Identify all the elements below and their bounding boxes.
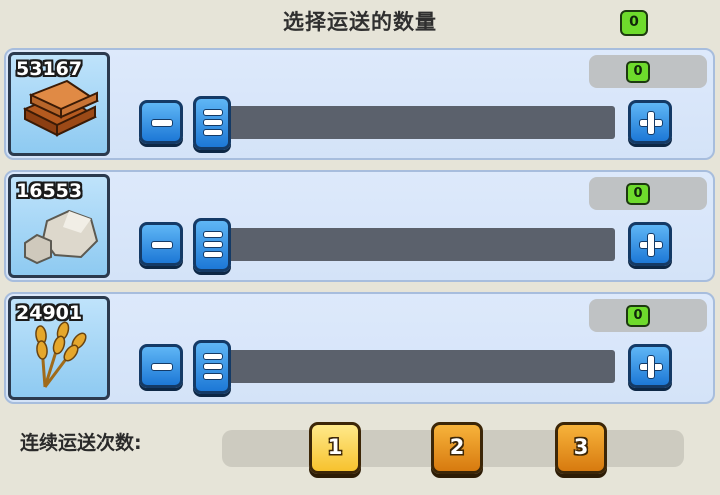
grip-line xyxy=(203,129,223,136)
amount-slider-handle[interactable] xyxy=(193,96,231,150)
run-count-2-button[interactable]: 2 xyxy=(431,422,483,474)
resource-count: 53167 xyxy=(16,58,83,80)
dialog-title: 选择运送的数量 xyxy=(283,10,437,34)
decrease-button[interactable] xyxy=(139,344,183,388)
resource-thumbnail: 24901 xyxy=(8,296,110,400)
amount-slider-handle[interactable] xyxy=(193,218,231,272)
grip-line xyxy=(203,353,223,360)
grip-line xyxy=(203,109,223,116)
resource-row-wood: 53167 0 xyxy=(4,48,715,160)
amount-badge: 0 xyxy=(626,305,650,327)
amount-slider-track[interactable] xyxy=(202,106,615,139)
grip-line xyxy=(203,373,223,380)
increase-button[interactable] xyxy=(628,344,672,388)
amount-field: 0 xyxy=(589,299,707,332)
increase-button[interactable] xyxy=(628,100,672,144)
minus-icon xyxy=(151,119,173,127)
total-amount-badge: 0 xyxy=(620,10,648,36)
grip-line xyxy=(203,119,223,126)
amount-field: 0 xyxy=(589,55,707,88)
grip-line xyxy=(203,251,223,258)
resource-row-wheat: 24901 0 xyxy=(4,292,715,404)
resource-count: 16553 xyxy=(16,180,83,202)
amount-badge: 0 xyxy=(626,183,650,205)
grip-line xyxy=(203,363,223,370)
decrease-button[interactable] xyxy=(139,222,183,266)
delivery-runs-label: 连续运送次数: xyxy=(20,432,142,454)
resource-count: 24901 xyxy=(16,302,83,324)
grip-line xyxy=(203,231,223,238)
resource-thumbnail: 53167 xyxy=(8,52,110,156)
amount-slider-track[interactable] xyxy=(202,350,615,383)
resource-row-stone: 16553 0 xyxy=(4,170,715,282)
decrease-button[interactable] xyxy=(139,100,183,144)
run-count-1-button[interactable]: 1 xyxy=(309,422,361,474)
increase-button[interactable] xyxy=(628,222,672,266)
amount-slider-handle[interactable] xyxy=(193,340,231,394)
resource-thumbnail: 16553 xyxy=(8,174,110,278)
minus-icon xyxy=(151,241,173,249)
amount-slider-track[interactable] xyxy=(202,228,615,261)
amount-field: 0 xyxy=(589,177,707,210)
amount-badge: 0 xyxy=(626,61,650,83)
run-count-3-button[interactable]: 3 xyxy=(555,422,607,474)
grip-line xyxy=(203,241,223,248)
minus-icon xyxy=(151,363,173,371)
